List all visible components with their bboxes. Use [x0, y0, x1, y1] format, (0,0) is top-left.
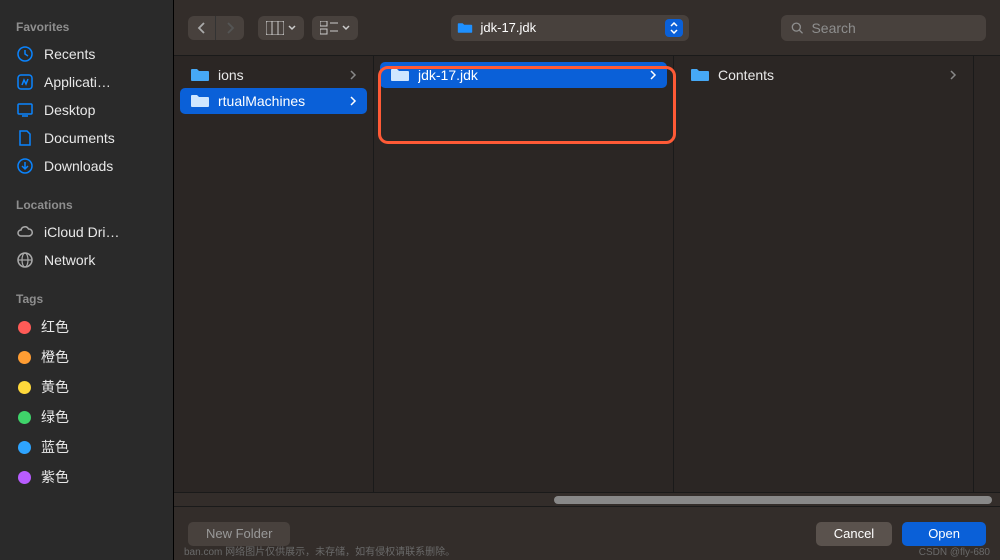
- tag-dot-icon: [18, 381, 31, 394]
- sidebar-item-label: Documents: [44, 130, 115, 146]
- search-icon: [791, 21, 803, 35]
- folder-label: rtualMachines: [218, 93, 341, 109]
- sidebar-item-label: Downloads: [44, 158, 113, 174]
- globe-icon: [16, 251, 34, 269]
- folder-item[interactable]: rtualMachines: [180, 88, 367, 114]
- chevron-down-icon: [288, 25, 296, 31]
- sidebar-item-label: iCloud Dri…: [44, 224, 119, 240]
- sidebar-item-desktop[interactable]: Desktop: [0, 96, 173, 124]
- new-folder-button[interactable]: New Folder: [188, 522, 290, 546]
- toolbar: jdk-17.jdk: [174, 0, 1000, 56]
- horizontal-scrollbar[interactable]: [174, 492, 1000, 506]
- sidebar-item-label: Network: [44, 252, 95, 268]
- sidebar-item-[interactable]: 蓝色: [0, 432, 173, 462]
- column-2: Contents: [674, 56, 974, 492]
- cancel-button[interactable]: Cancel: [816, 522, 892, 546]
- sidebar-item-[interactable]: 黄色: [0, 372, 173, 402]
- watermark-left: ban.com 网络图片仅供展示，未存储，如有侵权请联系删除。: [184, 543, 455, 558]
- updown-icon: [665, 19, 683, 37]
- view-group: [258, 16, 358, 40]
- sidebar-item-label: 紫色: [41, 467, 69, 487]
- column-1: jdk-17.jdk: [374, 56, 674, 492]
- sidebar-item-label: 橙色: [41, 347, 69, 367]
- sidebar-item-iclouddri[interactable]: iCloud Dri…: [0, 218, 173, 246]
- clock-icon: [16, 45, 34, 63]
- folder-label: Contents: [718, 67, 941, 83]
- group-button[interactable]: [312, 16, 358, 40]
- folder-item[interactable]: jdk-17.jdk: [380, 62, 667, 88]
- folder-label: jdk-17.jdk: [418, 67, 641, 83]
- sidebar-item-downloads[interactable]: Downloads: [0, 152, 173, 180]
- sidebar-item-[interactable]: 红色: [0, 312, 173, 342]
- forward-button[interactable]: [216, 16, 244, 40]
- download-icon: [16, 157, 34, 175]
- sidebar-item-[interactable]: 紫色: [0, 462, 173, 492]
- view-columns-button[interactable]: [258, 16, 304, 40]
- desktop-icon: [16, 101, 34, 119]
- folder-label: ions: [218, 67, 341, 83]
- favorites-heading: Favorites: [0, 20, 173, 40]
- sidebar-item-applicati[interactable]: Applicati…: [0, 68, 173, 96]
- folder-item[interactable]: ions: [180, 62, 367, 88]
- sidebar-item-label: 蓝色: [41, 437, 69, 457]
- columns-area: ions rtualMachines jdk-17.jdk Contents: [174, 56, 1000, 492]
- doc-icon: [16, 129, 34, 147]
- sidebar-item-[interactable]: 橙色: [0, 342, 173, 372]
- main-panel: jdk-17.jdk ions rtualMachines jdk-17.jdk Co…: [174, 0, 1000, 560]
- path-label: jdk-17.jdk: [481, 20, 657, 35]
- folder-icon: [457, 21, 473, 35]
- sidebar-item-network[interactable]: Network: [0, 246, 173, 274]
- sidebar-item-[interactable]: 绿色: [0, 402, 173, 432]
- search-input[interactable]: [811, 20, 976, 36]
- sidebar-item-label: 红色: [41, 317, 69, 337]
- sidebar-item-label: Desktop: [44, 102, 95, 118]
- tag-dot-icon: [18, 441, 31, 454]
- sidebar-item-label: 绿色: [41, 407, 69, 427]
- tag-dot-icon: [18, 321, 31, 334]
- sidebar-item-label: 黄色: [41, 377, 69, 397]
- app-icon: [16, 73, 34, 91]
- tag-dot-icon: [18, 471, 31, 484]
- sidebar-item-documents[interactable]: Documents: [0, 124, 173, 152]
- open-button[interactable]: Open: [902, 522, 986, 546]
- search-box[interactable]: [781, 15, 986, 41]
- chevron-down-icon: [342, 25, 350, 31]
- tag-dot-icon: [18, 351, 31, 364]
- locations-heading: Locations: [0, 198, 173, 218]
- column-0: ions rtualMachines: [174, 56, 374, 492]
- sidebar-item-recents[interactable]: Recents: [0, 40, 173, 68]
- nav-group: [188, 16, 244, 40]
- watermark-right: CSDN @fly-680: [919, 547, 990, 558]
- tags-heading: Tags: [0, 292, 173, 312]
- tag-dot-icon: [18, 411, 31, 424]
- sidebar-item-label: Applicati…: [44, 74, 111, 90]
- folder-item[interactable]: Contents: [680, 62, 967, 88]
- path-dropdown[interactable]: jdk-17.jdk: [451, 15, 689, 41]
- sidebar: Favorites Recents Applicati… Desktop Docume…: [0, 0, 174, 560]
- back-button[interactable]: [188, 16, 216, 40]
- cloud-icon: [16, 223, 34, 241]
- sidebar-item-label: Recents: [44, 46, 95, 62]
